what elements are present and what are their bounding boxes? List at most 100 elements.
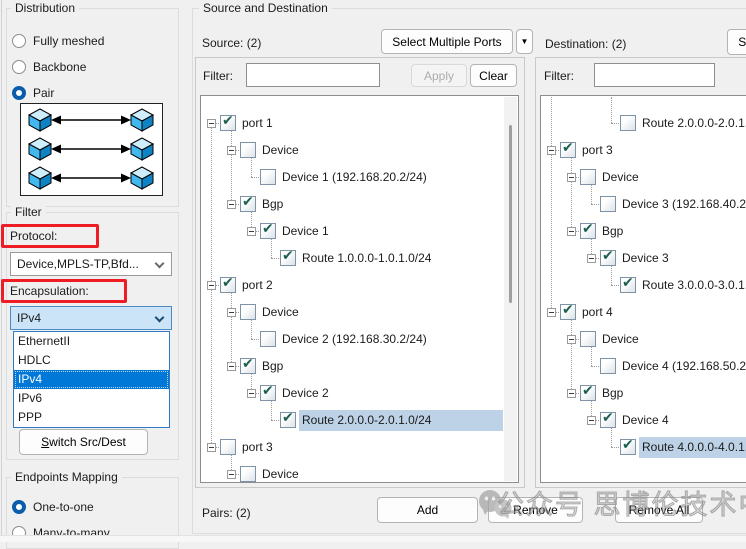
collapse-expander-icon[interactable]	[567, 173, 576, 182]
tree-node-label[interactable]: Route 3.0.0.0-3.0.1.0/24	[642, 272, 746, 299]
source-tree[interactable]: ✔port 1DeviceDevice 1 (192.168.20.2/24)✔…	[200, 95, 519, 483]
checkbox-checked[interactable]: ✔	[240, 358, 256, 374]
radio-icon[interactable]	[12, 34, 26, 48]
tree-row[interactable]: ✔ Bgp	[201, 353, 518, 380]
collapse-expander-icon[interactable]	[567, 335, 576, 344]
tree-node-label[interactable]: Device 1	[282, 218, 329, 245]
checkbox-unchecked[interactable]	[620, 115, 636, 131]
switch-src-dest-button[interactable]: Switch Src/Dest	[19, 429, 148, 455]
checkbox-checked[interactable]: ✔	[220, 115, 236, 131]
dropdown-option-ipv4[interactable]: IPv4	[14, 370, 169, 389]
tree-node-label[interactable]: Device 3	[622, 245, 669, 272]
collapse-expander-icon[interactable]	[207, 443, 216, 452]
checkbox-checked[interactable]: ✔	[580, 223, 596, 239]
scrollbar-thumb[interactable]	[509, 125, 512, 303]
tree-row[interactable]: ✔ Device 1	[201, 218, 518, 245]
destination-select-multiple-ports-button[interactable]: Select Multiple Ports	[727, 29, 746, 55]
radio-icon[interactable]	[12, 86, 26, 100]
checkbox-checked[interactable]: ✔	[560, 304, 576, 320]
destination-tree[interactable]: Route 2.0.0.0-2.0.1.0/24✔port 3DeviceDev…	[540, 95, 746, 483]
checkbox-unchecked[interactable]	[260, 331, 276, 347]
checkbox-checked[interactable]: ✔	[620, 277, 636, 293]
collapse-expander-icon[interactable]	[227, 362, 236, 371]
collapse-expander-icon[interactable]	[547, 308, 556, 317]
source-tree-scrollbar[interactable]	[504, 97, 517, 481]
tree-node-label[interactable]: Device	[262, 137, 299, 164]
chevron-down-icon[interactable]	[155, 259, 165, 269]
tree-node-label[interactable]: Device	[262, 299, 299, 326]
tree-node-label[interactable]: Bgp	[262, 191, 283, 218]
collapse-expander-icon[interactable]	[587, 416, 596, 425]
tree-row[interactable]: ✔ Route 2.0.0.0-2.0.1.0/24	[201, 407, 518, 434]
radio-icon[interactable]	[12, 60, 26, 74]
radio-endpoints-many-to-many[interactable]: Many-to-many	[12, 520, 110, 546]
checkbox-unchecked[interactable]	[260, 169, 276, 185]
radio-distribution-backbone[interactable]: Backbone	[12, 54, 104, 80]
collapse-expander-icon[interactable]	[247, 389, 256, 398]
tree-row[interactable]: ✔ Route 1.0.0.0-1.0.1.0/24	[201, 245, 518, 272]
radio-endpoints-one-to-one[interactable]: One-to-one	[12, 494, 110, 520]
remove-all-button[interactable]: Remove All	[615, 497, 703, 523]
tree-row[interactable]: ✔ Device 3	[541, 245, 746, 272]
collapse-expander-icon[interactable]	[587, 254, 596, 263]
tree-row[interactable]: ✔Device 2	[201, 380, 518, 407]
dropdown-option-hdlc[interactable]: HDLC	[14, 351, 169, 370]
radio-distribution-fully-meshed[interactable]: Fully meshed	[12, 28, 104, 54]
tree-node-label[interactable]: Route 2.0.0.0-2.0.1.0/24	[642, 110, 746, 137]
collapse-expander-icon[interactable]	[227, 308, 236, 317]
tree-node-label[interactable]: port 4	[582, 299, 613, 326]
checkbox-unchecked[interactable]	[580, 169, 596, 185]
collapse-expander-icon[interactable]	[227, 146, 236, 155]
tree-node-label[interactable]: Device	[262, 461, 299, 483]
tree-row[interactable]: port 3	[201, 434, 518, 461]
tree-node-label[interactable]: Bgp	[262, 353, 283, 380]
dropdown-option-ppp[interactable]: PPP	[14, 408, 169, 427]
checkbox-checked[interactable]: ✔	[220, 277, 236, 293]
checkbox-checked[interactable]: ✔	[620, 439, 636, 455]
checkbox-checked[interactable]: ✔	[260, 385, 276, 401]
checkbox-unchecked[interactable]	[240, 304, 256, 320]
checkbox-checked[interactable]: ✔	[580, 385, 596, 401]
collapse-expander-icon[interactable]	[207, 119, 216, 128]
tree-row[interactable]: Device	[201, 137, 518, 164]
collapse-expander-icon[interactable]	[227, 470, 236, 479]
tree-row[interactable]: ✔Bgp	[201, 191, 518, 218]
checkbox-checked[interactable]: ✔	[600, 250, 616, 266]
tree-row[interactable]: ✔port 2	[201, 272, 518, 299]
collapse-expander-icon[interactable]	[567, 389, 576, 398]
checkbox-unchecked[interactable]	[600, 196, 616, 212]
collapse-expander-icon[interactable]	[547, 146, 556, 155]
tree-node-label[interactable]: Device 2 (192.168.30.2/24)	[282, 326, 427, 353]
checkbox-unchecked[interactable]	[600, 358, 616, 374]
checkbox-checked[interactable]: ✔	[600, 412, 616, 428]
tree-node-label[interactable]: Route 1.0.0.0-1.0.1.0/24	[302, 245, 431, 272]
tree-row[interactable]: Device 2 (192.168.30.2/24)	[201, 326, 518, 353]
tree-row[interactable]: Device	[201, 461, 518, 483]
checkbox-checked[interactable]: ✔	[280, 412, 296, 428]
checkbox-checked[interactable]: ✔	[260, 223, 276, 239]
radio-icon[interactable]	[12, 500, 26, 514]
checkbox-checked[interactable]: ✔	[280, 250, 296, 266]
tree-node-label[interactable]: port 3	[242, 434, 273, 461]
checkbox-unchecked[interactable]	[240, 142, 256, 158]
collapse-expander-icon[interactable]	[567, 227, 576, 236]
collapse-expander-icon[interactable]	[207, 281, 216, 290]
tree-node-label[interactable]: Route 4.0.0.0-4.0.1.0/24	[642, 434, 746, 461]
tree-node-label[interactable]: Route 2.0.0.0-2.0.1.0/24	[302, 407, 431, 434]
tree-row[interactable]: ✔port 1	[201, 110, 518, 137]
select-multiple-ports-dropdown-button[interactable]: ▼	[516, 29, 533, 54]
source-filter-input[interactable]	[246, 63, 380, 87]
collapse-expander-icon[interactable]	[227, 200, 236, 209]
apply-button[interactable]: Apply	[411, 64, 467, 87]
tree-node-label[interactable]: Bgp	[602, 218, 623, 245]
tree-node-label[interactable]: Bgp	[602, 380, 623, 407]
collapse-expander-icon[interactable]	[247, 227, 256, 236]
dropdown-option-ethernetii[interactable]: EthernetII	[14, 332, 169, 351]
tree-node-label[interactable]: Device	[602, 326, 639, 353]
encapsulation-combobox[interactable]: IPv4	[10, 306, 172, 330]
tree-node-label[interactable]: port 3	[582, 137, 613, 164]
remove-button[interactable]: Remove	[488, 497, 583, 523]
select-multiple-ports-button[interactable]: Select Multiple Ports	[381, 29, 513, 54]
destination-filter-input[interactable]	[594, 63, 715, 87]
tree-node-label[interactable]: Device 4 (192.168.50.2/24)	[622, 353, 746, 380]
